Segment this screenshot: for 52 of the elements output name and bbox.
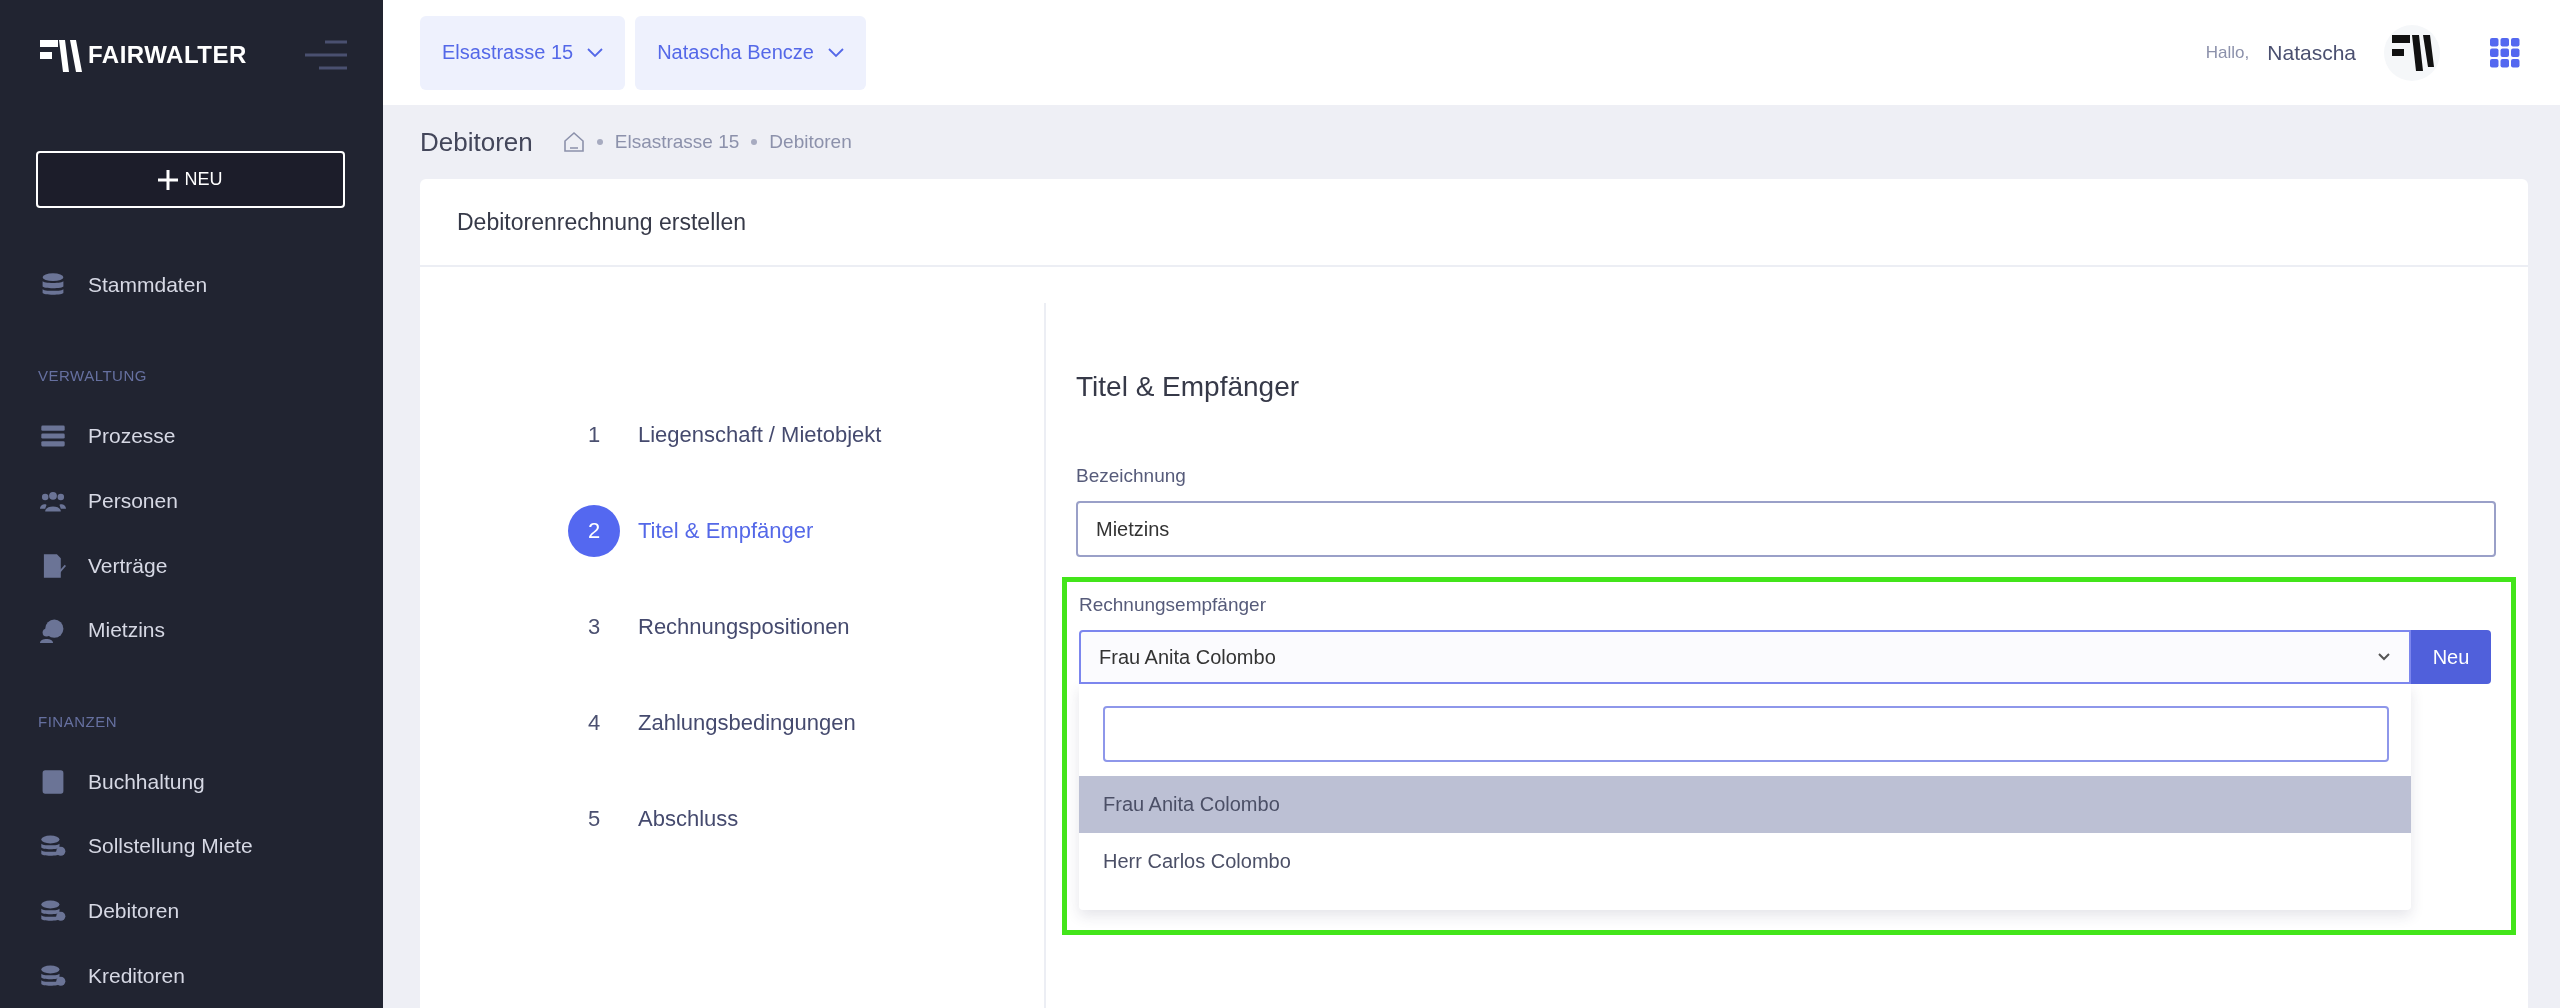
chevron-down-icon: [827, 47, 844, 58]
sidebar-item[interactable]: Personen: [0, 468, 383, 534]
selector-dropdown[interactable]: Natascha Bencze: [635, 15, 866, 90]
sidebar-item[interactable]: Debitoren: [0, 878, 383, 944]
greeting: Hallo,: [2205, 42, 2250, 63]
sidebar-item[interactable]: Kreditoren: [0, 943, 383, 1008]
sidebar-item[interactable]: Stammdaten: [0, 252, 383, 318]
menu-icon[interactable]: [305, 39, 347, 70]
sidebar-item[interactable]: Sollstellung Miete: [0, 814, 383, 879]
avatar-icon[interactable]: [2384, 24, 2440, 81]
card-title: Debitorenrechnung erstellen: [420, 179, 2528, 267]
selector-dropdown[interactable]: Elsastrasse 15: [420, 15, 626, 90]
field-label: Rechnungsempfänger: [1079, 594, 1267, 616]
sidebar-item[interactable]: Buchhaltung: [0, 749, 383, 815]
dropdown-option[interactable]: Frau Anita Colombo: [1079, 776, 2411, 833]
step-label: Titel & Empfänger: [638, 518, 814, 544]
step-number: 3: [586, 613, 602, 641]
plus-icon: [158, 169, 179, 190]
page-title: Debitoren: [420, 126, 533, 158]
form-title: Titel & Empfänger: [1076, 371, 1301, 403]
sidebar-item[interactable]: Mietzins: [0, 597, 383, 663]
recipient-select[interactable]: Frau Anita Colombo: [1079, 630, 2411, 684]
section-title: FINANZEN: [37, 712, 118, 730]
step-label: Abschluss: [638, 806, 739, 832]
logo-icon: [40, 37, 82, 72]
step-label: Rechnungspositionen: [638, 614, 850, 640]
step-label: Liegenschaft / Mietobjekt: [638, 422, 882, 448]
wizard-step[interactable]: 4 Zahlungsbedingungen: [568, 697, 1044, 749]
step-label: Zahlungsbedingungen: [638, 710, 856, 736]
new-button[interactable]: NEU: [36, 150, 345, 209]
apps-grid-icon[interactable]: [2490, 37, 2520, 68]
search-field[interactable]: [1103, 706, 2389, 762]
sidebar-item[interactable]: Verträge: [0, 533, 383, 598]
sidebar-item[interactable]: Prozesse: [0, 404, 383, 469]
chevron-down-icon: [587, 47, 604, 58]
step-number: 2: [568, 505, 620, 557]
user-name: Natascha: [2267, 40, 2356, 65]
caret-icon: [2377, 652, 2391, 662]
wizard-step[interactable]: 3 Rechnungspositionen: [568, 601, 1044, 653]
home-icon[interactable]: [562, 131, 585, 153]
wizard-step[interactable]: 2 Titel & Empfänger: [568, 505, 1044, 557]
brand-name: FAIRWALTER: [88, 40, 247, 69]
designation-field[interactable]: Mietzins: [1076, 501, 2496, 557]
wizard-step[interactable]: 1 Liegenschaft / Mietobjekt: [568, 409, 1044, 461]
step-number: 5: [586, 805, 602, 833]
field-label: Bezeichnung: [1076, 465, 1187, 487]
step-number: 1: [586, 421, 602, 449]
dropdown-option[interactable]: Herr Carlos Colombo: [1079, 833, 2411, 890]
wizard-step[interactable]: 5 Abschluss: [568, 793, 1044, 845]
new-recipient-button[interactable]: Neu: [2411, 630, 2491, 684]
section-title: VERWALTUNG: [37, 367, 148, 385]
step-number: 4: [586, 709, 602, 737]
